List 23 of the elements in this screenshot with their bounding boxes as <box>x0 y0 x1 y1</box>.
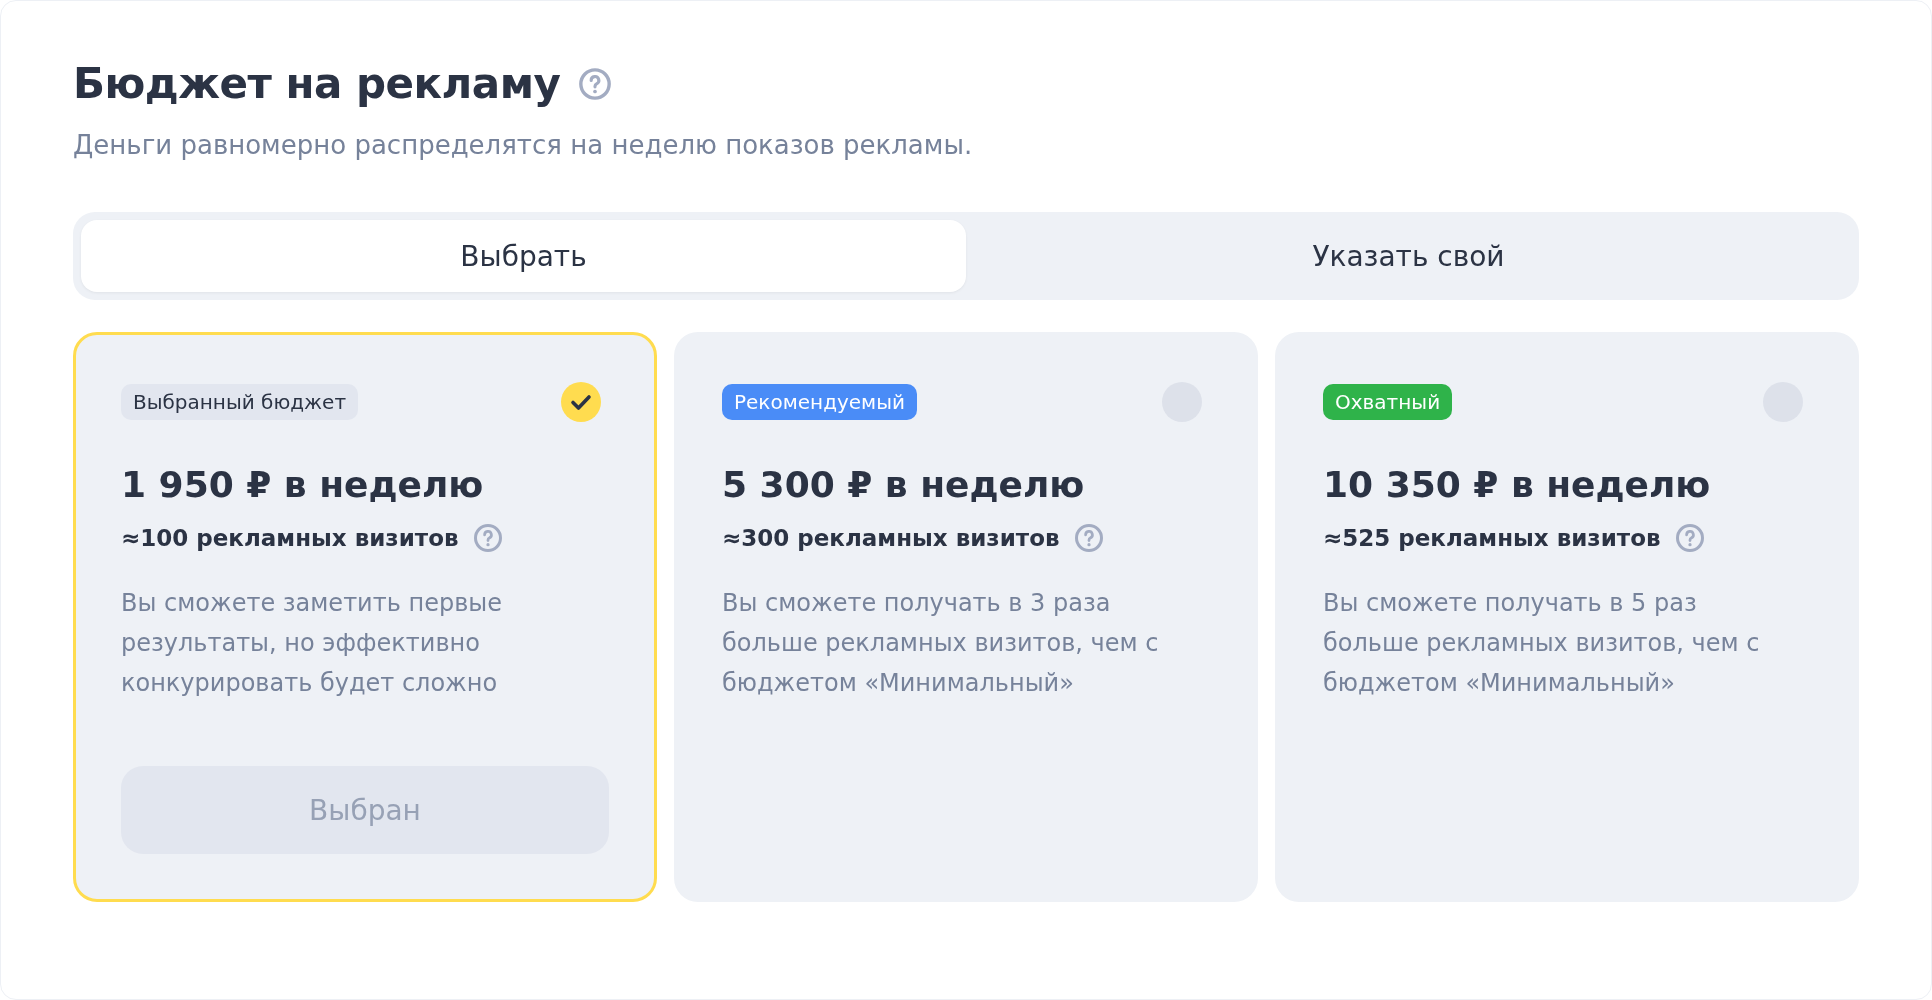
card-description: Вы сможете получать в 3 раза больше рекламных визитов, чем с бюджетом «Минимальный» <box>722 588 1160 699</box>
check-icon[interactable] <box>561 382 601 422</box>
budget-card[interactable]: Рекомендуемый 5 300 ₽ в неделю ≈300 рекламных визитов Вы сможете получать в 3 раза больше рекламных визитов, чем с бюджетом «Минимальный» <box>674 332 1258 902</box>
card-description: Вы сможете заметить первые результаты, но эффективно конкурировать будет сложно <box>121 588 503 699</box>
section-title: Бюджет на рекламу <box>73 59 561 108</box>
visits-estimate: ≈300 рекламных визитов <box>722 525 1060 551</box>
badge: Выбранный бюджет <box>121 384 359 420</box>
visits-estimate: ≈100 рекламных визитов <box>121 525 459 551</box>
help-icon[interactable] <box>472 523 503 553</box>
card-description: Вы сможете получать в 5 раз больше рекламных визитов, чем с бюджетом «Минимальный» <box>1323 588 1761 699</box>
price: 10 350 ₽ в неделю <box>1323 464 1712 505</box>
price: 1 950 ₽ в неделю <box>121 464 485 505</box>
help-icon[interactable] <box>1674 523 1705 553</box>
visits-estimate: ≈525 рекламных визитов <box>1323 525 1661 551</box>
badge: Рекомендуемый <box>722 384 917 420</box>
tab[interactable]: Указать свой <box>966 220 1851 292</box>
price: 5 300 ₽ в неделю <box>722 464 1086 505</box>
budget-card[interactable]: Охватный 10 350 ₽ в неделю ≈525 рекламных визитов Вы сможете получать в 5 раз больше рекламных визитов, чем с бюджетом «Минимальный» <box>1275 332 1859 902</box>
section-subtitle: Деньги равномерно распределятся на неделю показов рекламы. <box>73 130 974 160</box>
badge: Охватный <box>1323 384 1453 420</box>
help-icon[interactable] <box>578 66 613 101</box>
help-icon[interactable] <box>1073 523 1104 553</box>
tab[interactable]: Выбрать <box>81 220 966 292</box>
